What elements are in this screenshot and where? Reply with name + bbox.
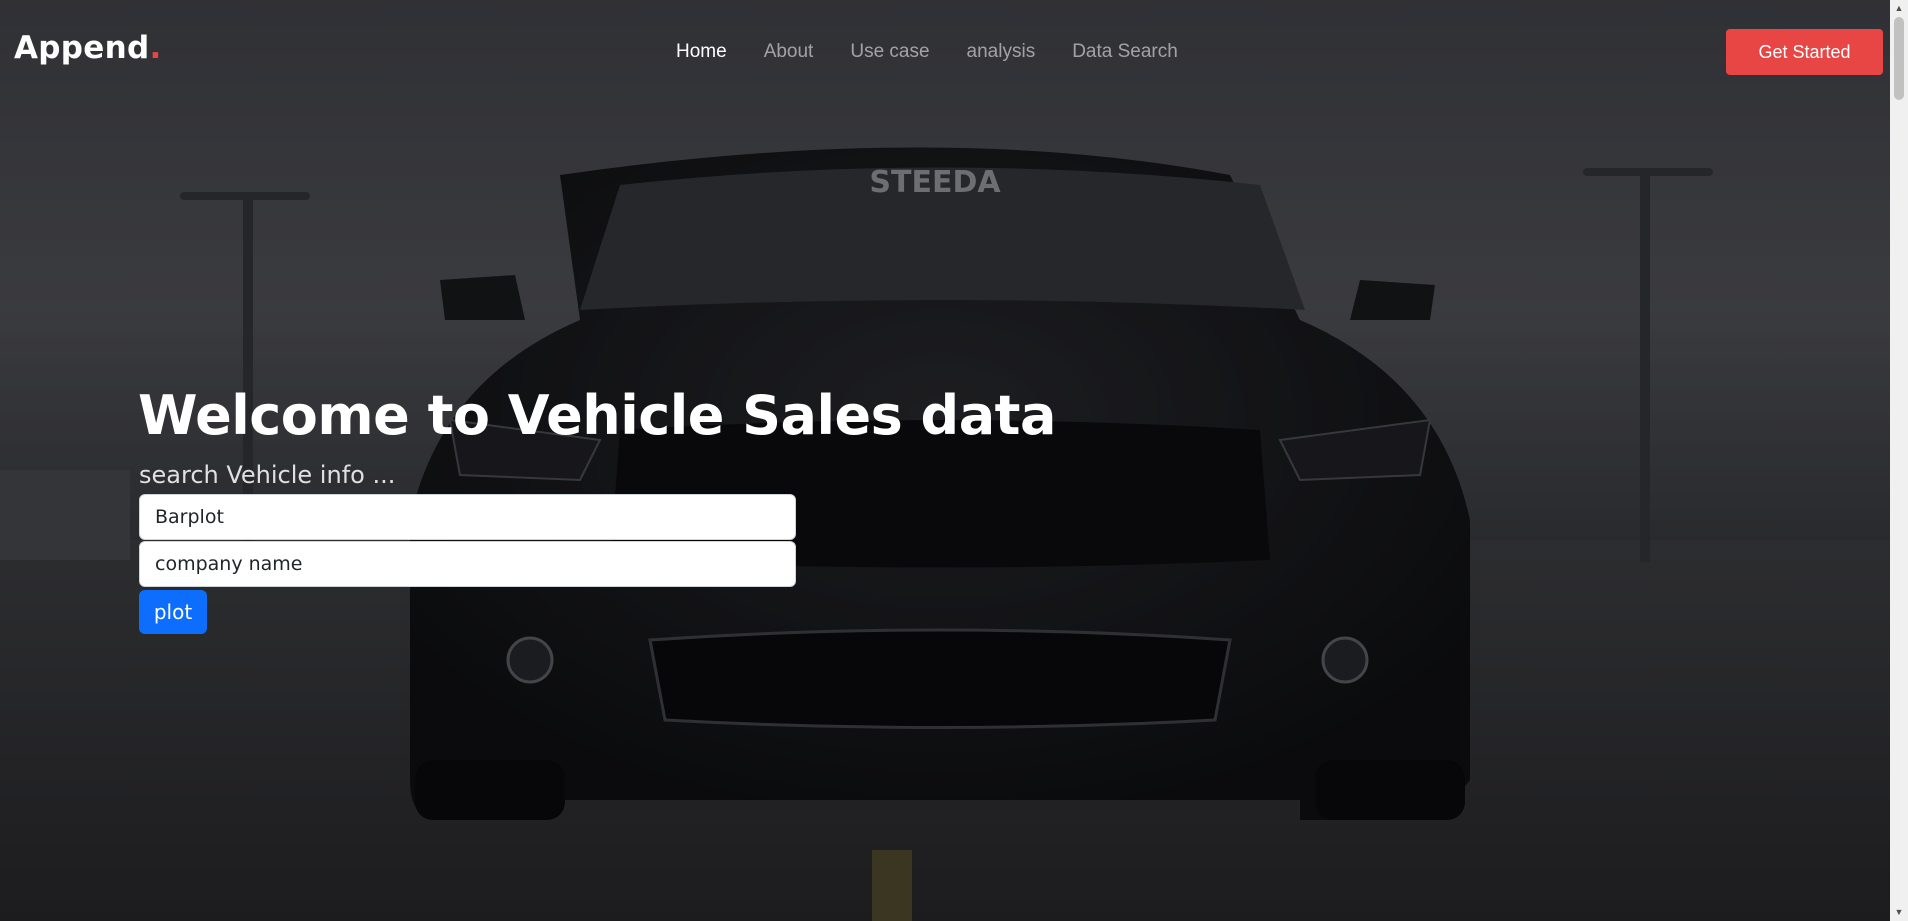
scroll-up-arrow-icon[interactable]: ▲ bbox=[1890, 0, 1908, 17]
scrollbar-thumb[interactable] bbox=[1894, 17, 1904, 100]
company-name-input[interactable] bbox=[139, 541, 796, 587]
nav-use-case-link[interactable]: Use case bbox=[850, 41, 929, 63]
site-header: Append. Home About Use case analysis Dat… bbox=[0, 0, 1890, 104]
nav-analysis-link[interactable]: analysis bbox=[967, 41, 1036, 63]
get-started-button[interactable]: Get Started bbox=[1726, 29, 1883, 75]
plot-type-input[interactable] bbox=[139, 494, 796, 540]
nav-about-link[interactable]: About bbox=[764, 41, 814, 63]
main-nav: Home About Use case analysis Data Search bbox=[676, 41, 1215, 63]
site-logo[interactable]: Append. bbox=[14, 30, 162, 66]
nav-home-link[interactable]: Home bbox=[676, 41, 727, 63]
hero-title: Welcome to Vehicle Sales data bbox=[138, 384, 1056, 447]
page-scrollbar[interactable]: ▲ ▼ bbox=[1890, 0, 1908, 921]
hero-subtitle: search Vehicle info ... bbox=[139, 461, 396, 489]
scroll-down-arrow-icon[interactable]: ▼ bbox=[1890, 904, 1908, 921]
plot-button[interactable]: plot bbox=[139, 590, 207, 634]
nav-data-search-link[interactable]: Data Search bbox=[1072, 41, 1178, 63]
logo-dot: . bbox=[149, 30, 162, 66]
page-viewport: STEEDA Append. Home About Use case analy… bbox=[0, 0, 1908, 921]
logo-text: Append bbox=[14, 30, 150, 66]
